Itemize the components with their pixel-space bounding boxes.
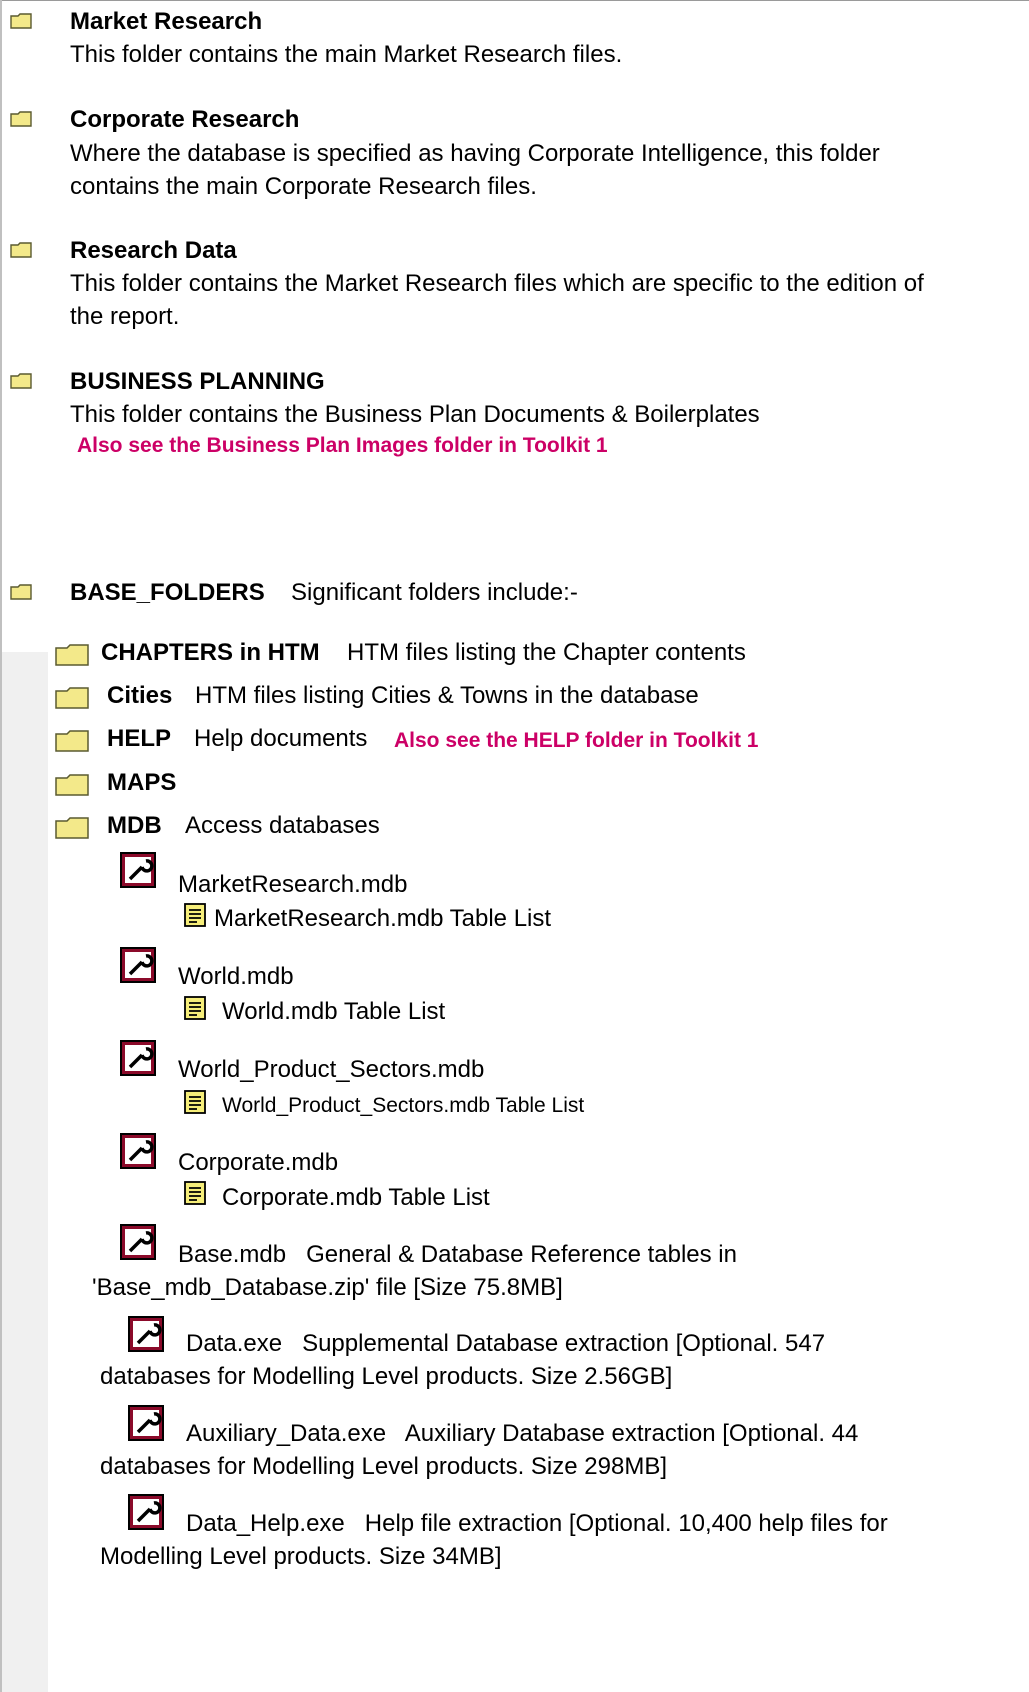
folder-desc: This folder contains the main Market Res… [70, 41, 623, 68]
access-db-icon [120, 1224, 156, 1260]
folder-icon [10, 111, 32, 127]
subfolder-maps[interactable]: MAPS [107, 769, 176, 797]
toolkit-note-link[interactable]: Also see the Business Plan Images folder… [77, 434, 608, 458]
subfolder-desc: HTM files listing Cities & Towns in the … [195, 682, 699, 709]
extra-file-link[interactable]: Base.mdb General & Database Reference ta… [178, 1241, 737, 1269]
access-db-icon [128, 1494, 164, 1530]
access-db-icon [120, 852, 156, 888]
subfolder-mdb[interactable]: MDB [107, 812, 162, 840]
folder-icon [55, 644, 89, 666]
folder-desc: the report. [70, 303, 180, 330]
folder-desc: Significant folders include:- [291, 579, 578, 606]
extra-file-desc: 'Base_mdb_Database.zip' file [Size 75.8M… [92, 1274, 563, 1301]
extra-file-desc: Modelling Level products. Size 34MB] [100, 1543, 502, 1570]
folder-title-research-data[interactable]: Research Data [70, 237, 237, 265]
folder-icon [10, 242, 32, 258]
folder-icon [55, 817, 89, 839]
doc-icon [183, 903, 207, 927]
folder-icon [55, 774, 89, 796]
folder-title-base-folders[interactable]: BASE_FOLDERS [70, 579, 265, 607]
folder-icon [10, 584, 32, 600]
toolkit-note-link[interactable]: Also see the HELP folder in Toolkit 1 [394, 729, 758, 753]
folder-icon [55, 687, 89, 709]
folder-desc: contains the main Corporate Research fil… [70, 173, 537, 200]
doc-icon [183, 996, 207, 1020]
table-list-link[interactable]: Corporate.mdb Table List [222, 1184, 490, 1212]
subfolder-chapters-in-htm[interactable]: CHAPTERS in HTM [101, 639, 320, 667]
access-db-icon [120, 1040, 156, 1076]
access-db-icon [128, 1405, 164, 1441]
folder-desc: This folder contains the Market Research… [70, 270, 924, 297]
db-file-link[interactable]: Corporate.mdb [178, 1149, 338, 1177]
extra-file-desc: databases for Modelling Level products. … [100, 1453, 667, 1480]
folder-icon [10, 373, 32, 389]
folder-title-market-research[interactable]: Market Research [70, 8, 262, 36]
indent-panel [2, 652, 48, 1692]
folder-title-business-planning[interactable]: BUSINESS PLANNING [70, 368, 325, 396]
access-db-icon [120, 947, 156, 983]
access-db-icon [120, 1133, 156, 1169]
doc-icon [183, 1090, 207, 1114]
top-border [0, 0, 1029, 1]
extra-file-desc: databases for Modelling Level products. … [100, 1363, 673, 1390]
db-file-link[interactable]: World_Product_Sectors.mdb [178, 1056, 484, 1084]
folder-icon [10, 13, 32, 29]
subfolder-desc: HTM files listing the Chapter contents [347, 639, 746, 666]
table-list-link[interactable]: World.mdb Table List [222, 998, 445, 1026]
doc-icon [183, 1181, 207, 1205]
subfolder-desc: Access databases [185, 812, 380, 839]
subfolder-desc: Help documents [194, 725, 368, 752]
extra-file-link[interactable]: Data_Help.exe Help file extraction [Opti… [186, 1510, 888, 1538]
folder-desc: Where the database is specified as havin… [70, 140, 880, 167]
folder-icon [55, 730, 89, 752]
db-file-link[interactable]: World.mdb [178, 963, 294, 991]
subfolder-cities[interactable]: Cities [107, 682, 172, 710]
subfolder-help[interactable]: HELP [107, 725, 171, 753]
extra-file-link[interactable]: Data.exe Supplemental Database extractio… [186, 1330, 825, 1358]
extra-file-link[interactable]: Auxiliary_Data.exe Auxiliary Database ex… [186, 1420, 858, 1448]
table-list-link[interactable]: MarketResearch.mdb Table List [214, 905, 551, 933]
folder-title-corporate-research[interactable]: Corporate Research [70, 106, 299, 134]
db-file-link[interactable]: MarketResearch.mdb [178, 871, 407, 899]
access-db-icon [128, 1316, 164, 1352]
table-list-link[interactable]: World_Product_Sectors.mdb Table List [222, 1094, 584, 1118]
folder-desc: This folder contains the Business Plan D… [70, 401, 760, 428]
